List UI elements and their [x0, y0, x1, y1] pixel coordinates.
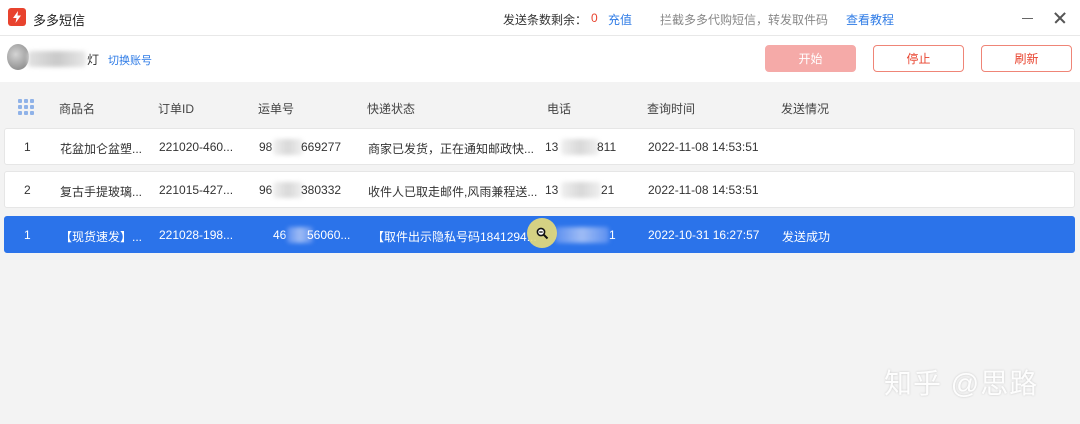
phone-prefix: 13	[545, 140, 559, 154]
promo-text: 拦截多多代购短信，转发取件码	[660, 13, 829, 27]
tracking-suffix: 380332	[301, 183, 342, 197]
close-icon[interactable]	[1050, 8, 1070, 28]
table-header: 商品名 订单ID 运单号 快递状态 电话 查询时间 发送情况	[0, 90, 1080, 124]
privacy-mask	[273, 182, 303, 198]
send-status: 发送成功	[782, 230, 831, 244]
tracking-prefix: 98	[259, 140, 273, 154]
recharge-link[interactable]: 充值	[608, 11, 632, 28]
row-index: 1	[24, 228, 31, 242]
quota-label: 发送条数剩余：	[503, 13, 588, 27]
switch-account-link[interactable]: 切换账号	[108, 52, 152, 68]
product-name: 复古手提玻璃...	[60, 185, 143, 199]
column-header-status[interactable]: 快递状态	[367, 100, 415, 117]
quota-value: 0	[591, 11, 598, 25]
column-header-send-status[interactable]: 发送情况	[781, 100, 829, 117]
column-header-phone[interactable]: 电话	[547, 100, 571, 117]
product-name: 花盆加仑盆塑...	[60, 142, 143, 156]
stop-button[interactable]: 停止	[873, 45, 964, 72]
phone-suffix: 811	[597, 140, 617, 154]
query-time: 2022-11-08 14:53:51	[648, 140, 759, 154]
privacy-mask	[561, 139, 599, 155]
order-id: 221020-460...	[159, 140, 234, 154]
app-title: 多多短信	[33, 13, 86, 28]
tracking-prefix: 96	[259, 183, 273, 197]
column-header-tracking[interactable]: 运单号	[258, 100, 294, 117]
product-name: 【现货速发】...	[60, 230, 143, 244]
order-id: 221028-198...	[159, 228, 234, 242]
express-status: 【取件出示隐私号码1841294...	[372, 230, 537, 244]
title-bar: 多多短信 发送条数剩余： 0 充值 拦截多多代购短信，转发取件码 查看教程	[0, 0, 1080, 36]
tracking-prefix: 46	[273, 228, 287, 242]
refresh-button[interactable]: 刷新	[981, 45, 1072, 72]
account-bar: 灯 切换账号 开始 停止 刷新	[0, 36, 1080, 82]
start-button[interactable]: 开始	[765, 45, 856, 72]
tutorial-link[interactable]: 查看教程	[846, 11, 894, 28]
phone-prefix: 13	[545, 183, 559, 197]
express-status: 收件人已取走邮件,风雨兼程送...	[368, 185, 538, 199]
minimize-icon[interactable]	[1017, 8, 1037, 28]
order-id: 221015-427...	[159, 183, 234, 197]
privacy-mask	[273, 139, 303, 155]
account-name: 灯	[87, 53, 100, 67]
phone-suffix: 1	[609, 228, 616, 242]
express-status: 商家已发货，正在通知邮政快...	[368, 142, 535, 156]
avatar	[7, 44, 29, 70]
query-time: 2022-11-08 14:53:51	[648, 183, 759, 197]
column-settings-icon[interactable]	[18, 99, 34, 115]
table-row[interactable]: 2 复古手提玻璃... 221015-427... 96 380332 收件人已…	[4, 171, 1075, 208]
table-row[interactable]: 1 花盆加仑盆塑... 221020-460... 98 669277 商家已发…	[4, 128, 1075, 165]
watermark: 知乎 @思路	[884, 368, 1039, 399]
privacy-mask	[561, 182, 601, 198]
column-header-order-id[interactable]: 订单ID	[158, 100, 194, 117]
column-header-time[interactable]: 查询时间	[647, 100, 695, 117]
row-index: 2	[24, 183, 31, 197]
tracking-suffix: 669277	[301, 140, 342, 154]
row-index: 1	[24, 140, 31, 154]
query-time: 2022-10-31 16:27:57	[648, 228, 760, 242]
column-header-product[interactable]: 商品名	[59, 100, 95, 117]
privacy-mask	[555, 227, 609, 243]
phone-suffix: 21	[601, 183, 615, 197]
app-logo-icon	[8, 8, 26, 26]
tracking-suffix: 56060...	[307, 228, 351, 242]
magnifier-cursor-icon	[527, 218, 557, 248]
account-name-mask	[28, 51, 86, 67]
